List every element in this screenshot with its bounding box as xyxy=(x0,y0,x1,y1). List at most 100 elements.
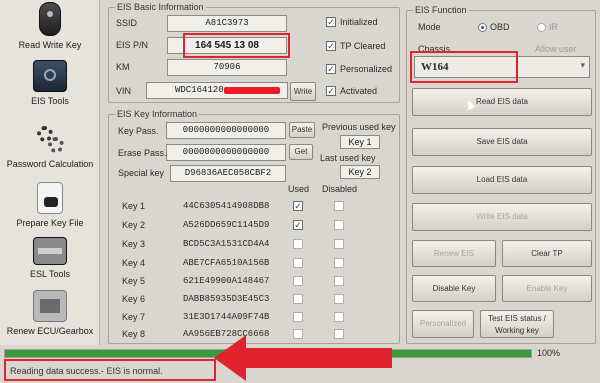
gears-icon xyxy=(33,123,67,155)
ignition-switch-icon xyxy=(33,60,67,92)
sidebar-item-label: Renew ECU/Gearbox xyxy=(6,326,94,336)
sidebar-item-label: Prepare Key File xyxy=(16,218,84,228)
vin-redaction xyxy=(224,87,280,94)
last-used-key-field: Key 2 xyxy=(340,165,380,179)
previous-used-key-field: Key 1 xyxy=(340,135,380,149)
personalized-checkbox[interactable]: ✓ xyxy=(326,64,336,74)
personalized-button[interactable]: Personalized xyxy=(412,310,474,338)
progress-percent: 100% xyxy=(537,348,561,358)
key-disabled-checkbox[interactable] xyxy=(334,294,344,304)
key-disabled-checkbox[interactable] xyxy=(334,258,344,268)
sidebar-item-read-write-key[interactable]: Read Write Key xyxy=(0,2,100,50)
table-row-key-name: Key 1 xyxy=(122,201,146,211)
allow-user-label: Allow user xyxy=(535,44,577,54)
chevron-down-icon: ▾ xyxy=(580,60,585,70)
sidebar-item-prepare-key-file[interactable]: Prepare Key File xyxy=(0,182,100,228)
sidebar-item-esl-tools[interactable]: ESL Tools xyxy=(0,237,100,279)
write-eis-data-button[interactable]: Write EIS data xyxy=(412,203,592,231)
activated-checkbox[interactable]: ✓ xyxy=(326,86,336,96)
vin-label: VIN xyxy=(116,86,132,96)
annotation-arrow-icon xyxy=(214,335,392,381)
eis-pn-field[interactable]: 164 545 13 08 xyxy=(167,37,287,54)
group-title: EIS Basic Information xyxy=(115,2,206,12)
sidebar: Read Write Key EIS Tools Password Calcul… xyxy=(0,0,100,345)
sidebar-item-renew-ecu-gearbox[interactable]: Renew ECU/Gearbox xyxy=(0,290,100,336)
previous-used-key-label: Previous used key xyxy=(322,122,396,132)
key-disabled-checkbox[interactable] xyxy=(334,312,344,322)
key-used-checkbox[interactable] xyxy=(293,294,303,304)
activated-label: Activated xyxy=(340,86,378,96)
disabled-column-header: Disabled xyxy=(322,184,358,194)
mode-label: Mode xyxy=(418,22,441,32)
initialized-checkbox[interactable]: ✓ xyxy=(326,17,336,27)
table-row-key-name: Key 6 xyxy=(122,294,146,304)
enable-key-button[interactable]: Enable Key xyxy=(502,275,592,302)
eis-pn-label: EIS P/N xyxy=(116,40,149,50)
table-row-key-name: Key 3 xyxy=(122,239,146,249)
table-row-key-name: Key 7 xyxy=(122,312,146,322)
ir-radio[interactable] xyxy=(537,23,546,32)
chassis-select[interactable]: W164 ▾ xyxy=(414,56,590,78)
sidebar-item-eis-tools[interactable]: EIS Tools xyxy=(0,60,100,106)
sidebar-item-password-calculation[interactable]: Password Calculation xyxy=(0,123,100,169)
used-column-header: Used xyxy=(288,184,310,194)
sidebar-item-label: Read Write Key xyxy=(18,40,82,50)
tp-cleared-checkbox[interactable]: ✓ xyxy=(326,41,336,51)
ecu-icon xyxy=(33,290,67,322)
special-key-label: Special key xyxy=(118,168,165,178)
table-row-key-value: 621E49900A148467 xyxy=(183,276,270,286)
group-title: EIS Key Information xyxy=(115,109,200,119)
table-row-key-name: Key 2 xyxy=(122,220,146,230)
key-used-checkbox[interactable] xyxy=(293,239,303,249)
chassis-selected-value: W164 xyxy=(421,61,449,73)
table-row-key-name: Key 5 xyxy=(122,276,146,286)
obd-radio[interactable] xyxy=(478,23,487,32)
last-used-key-label: Last used key xyxy=(320,153,376,163)
sidebar-item-label: ESL Tools xyxy=(29,269,71,279)
read-eis-data-button[interactable]: Read EIS data xyxy=(412,88,592,116)
group-title: EIS Function xyxy=(413,5,469,15)
paste-button[interactable]: Paste xyxy=(289,122,315,138)
km-label: KM xyxy=(116,62,130,72)
table-row-key-name: Key 8 xyxy=(122,329,146,339)
save-eis-data-button[interactable]: Save EIS data xyxy=(412,128,592,156)
key-used-checkbox[interactable]: ✓ xyxy=(293,220,303,230)
table-row-key-value: 31E3D1744A09F74B xyxy=(183,312,270,322)
steering-lock-icon xyxy=(33,237,67,265)
key-disabled-checkbox[interactable] xyxy=(334,201,344,211)
status-message: Reading data success.- EIS is normal. xyxy=(10,366,163,376)
key-used-checkbox[interactable]: ✓ xyxy=(293,201,303,211)
get-button[interactable]: Get xyxy=(289,144,313,160)
table-row-key-value: BCD5C3A1531CD4A4 xyxy=(183,239,270,249)
personalized-label: Personalized xyxy=(340,64,393,74)
ssid-label: SSID xyxy=(116,18,138,28)
key-disabled-checkbox[interactable] xyxy=(334,239,344,249)
ssid-field[interactable]: A81C3973 xyxy=(167,15,287,32)
key-pass-field[interactable]: 0000000000000000 xyxy=(166,122,286,139)
chassis-label: Chassis xyxy=(418,44,451,54)
special-key-field[interactable]: D96836AEC058CBF2 xyxy=(170,165,286,182)
key-disabled-checkbox[interactable] xyxy=(334,276,344,286)
obd-radio-label: OBD xyxy=(490,22,510,32)
sidebar-item-label: Password Calculation xyxy=(6,159,94,169)
key-used-checkbox[interactable] xyxy=(293,258,303,268)
car-key-icon xyxy=(39,2,61,36)
key-used-checkbox[interactable] xyxy=(293,312,303,322)
test-eis-status-button[interactable]: Test EIS status / Working key xyxy=(480,310,554,338)
key-disabled-checkbox[interactable] xyxy=(334,220,344,230)
disable-key-button[interactable]: Disable Key xyxy=(412,275,496,302)
initialized-label: Initialized xyxy=(340,17,378,27)
table-row-key-value: ABE7CFA6510A156B xyxy=(183,258,270,268)
km-field[interactable]: 70906 xyxy=(167,59,287,76)
table-row-key-name: Key 4 xyxy=(122,258,146,268)
key-used-checkbox[interactable] xyxy=(293,276,303,286)
renew-eis-button[interactable]: Renew EIS xyxy=(412,240,496,267)
erase-pass-field[interactable]: 0000000000000000 xyxy=(166,144,286,161)
load-eis-data-button[interactable]: Load EIS data xyxy=(412,166,592,194)
ir-radio-label: IR xyxy=(549,22,558,32)
table-row-key-value: A526DD659C1145D9 xyxy=(183,220,270,230)
erase-pass-label: Erase Pass. xyxy=(118,148,167,158)
key-file-icon xyxy=(37,182,63,214)
write-vin-button[interactable]: Write xyxy=(290,82,316,101)
clear-tp-button[interactable]: Clear TP xyxy=(502,240,592,267)
